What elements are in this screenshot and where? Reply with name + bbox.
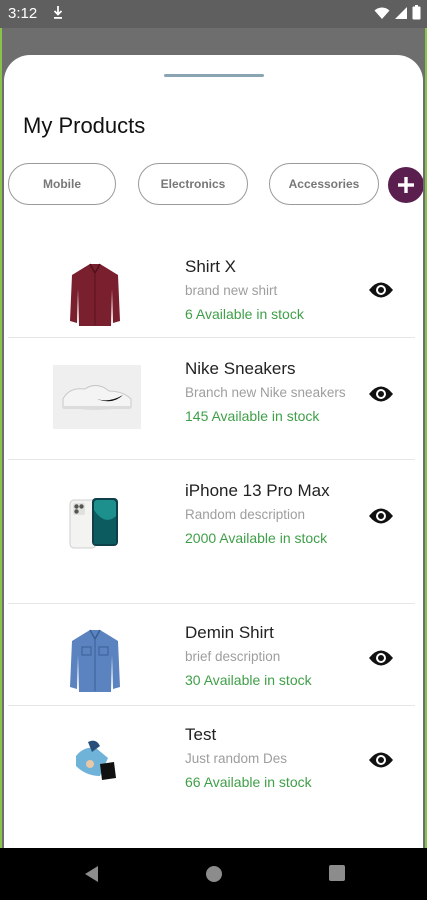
product-image-iphone [48,495,142,551]
product-info: Demin Shirt brief description 30 Availab… [185,621,360,689]
view-product-button[interactable] [368,281,394,299]
product-row[interactable]: Test Just random Des 66 Available in sto… [8,705,415,791]
product-info: Nike Sneakers Branch new Nike sneakers 1… [185,357,360,425]
add-product-button[interactable] [388,167,423,203]
product-name: Test [185,725,217,744]
product-image-misc-photo [48,731,142,791]
product-image-white-sneakers [53,365,141,429]
product-stock: 30 Available in stock [185,672,312,688]
product-row[interactable]: Shirt X brand new shirt 6 Available in s… [8,237,415,338]
product-name: Nike Sneakers [185,359,296,378]
product-row[interactable]: iPhone 13 Pro Max Random description 200… [8,459,415,604]
cellular-icon [395,6,407,19]
product-name: Demin Shirt [185,623,274,642]
status-bar: 3:12 [0,0,427,28]
download-icon [52,4,64,25]
eye-icon [369,650,393,666]
eye-icon [369,386,393,402]
page-title: My Products [23,113,146,138]
product-description: brand new shirt [185,283,278,298]
status-time: 3:12 [8,5,38,22]
product-info: Test Just random Des 66 Available in sto… [185,723,360,791]
back-icon[interactable] [82,864,100,889]
recents-icon[interactable] [328,864,346,887]
eye-icon [369,282,393,298]
product-list[interactable]: Shirt X brand new shirt 6 Available in s… [4,237,423,791]
plus-icon [398,177,414,193]
eye-icon [369,508,393,524]
product-stock: 6 Available in stock [185,306,304,322]
product-info: Shirt X brand new shirt 6 Available in s… [185,255,360,323]
product-stock: 66 Available in stock [185,774,312,790]
drag-handle[interactable] [164,74,264,77]
wifi-icon [374,7,390,19]
chip-accessories[interactable]: Accessories [269,163,379,205]
product-stock: 2000 Available in stock [185,530,328,546]
product-name: iPhone 13 Pro Max [185,481,330,500]
product-description: Just random Des [185,751,288,766]
chip-electronics[interactable]: Electronics [138,163,248,205]
product-image-denim-shirt [48,629,142,693]
view-product-button[interactable] [368,385,394,403]
product-description: Branch new Nike sneakers [185,385,346,400]
product-row[interactable]: Demin Shirt brief description 30 Availab… [8,603,415,706]
chip-mobile[interactable]: Mobile [8,163,116,205]
view-product-button[interactable] [368,507,394,525]
products-bottom-sheet: My Products Mobile Electronics Accessori… [4,55,423,848]
view-product-button[interactable] [368,751,394,769]
product-description: brief description [185,649,281,664]
system-icons [374,5,421,20]
view-product-button[interactable] [368,649,394,667]
product-description: Random description [185,507,306,522]
home-icon[interactable] [204,864,224,889]
navigation-bar [0,848,427,900]
product-stock: 145 Available in stock [185,408,320,424]
product-row[interactable]: Nike Sneakers Branch new Nike sneakers 1… [8,337,415,460]
battery-icon [412,5,421,20]
product-name: Shirt X [185,257,237,276]
eye-icon [369,752,393,768]
category-chips: Mobile Electronics Accessories [8,163,423,207]
product-info: iPhone 13 Pro Max Random description 200… [185,479,360,547]
product-image-maroon-shirt [48,263,142,327]
